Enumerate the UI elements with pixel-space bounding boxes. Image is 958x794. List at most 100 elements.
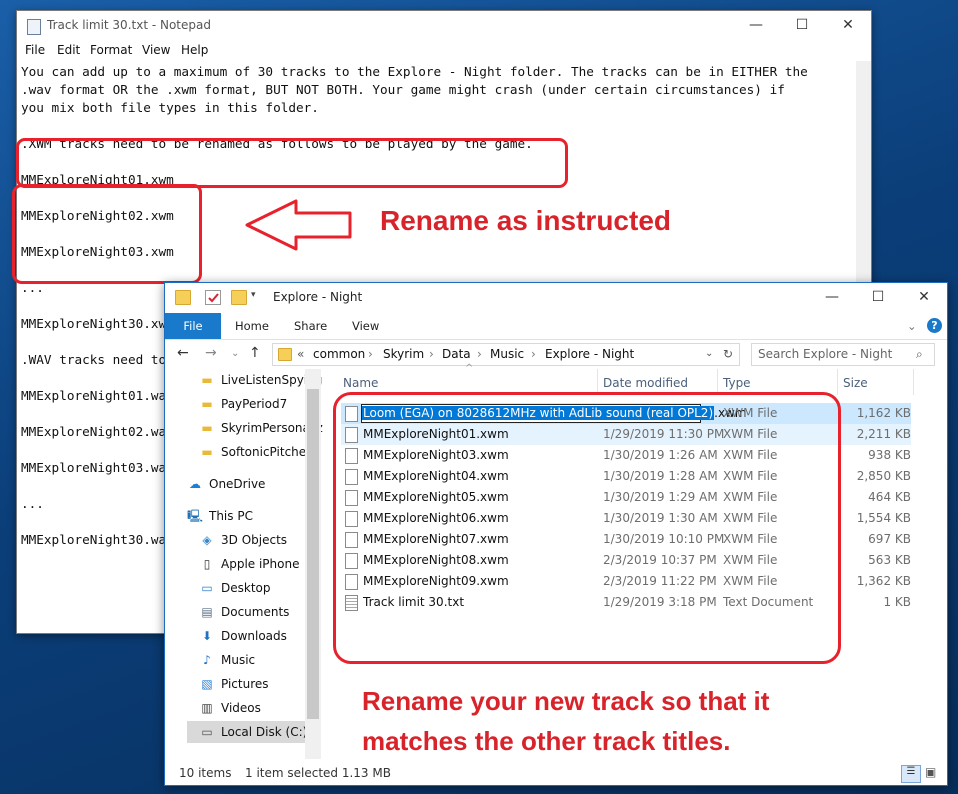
nav-item-3d-objects[interactable]: ◈ 3D Objects <box>199 529 287 551</box>
nav-item-label: PayPeriod7 <box>221 397 288 411</box>
nav-item-videos[interactable]: ▥ Videos <box>199 697 261 719</box>
nav-item-music[interactable]: ♪ Music <box>199 649 255 671</box>
new-folder-icon[interactable] <box>231 290 247 305</box>
nav-item-desktop[interactable]: ▭ Desktop <box>199 577 270 599</box>
search-box[interactable]: Search Explore - Night ⌕ <box>751 343 935 366</box>
notepad-title-bar[interactable]: Track limit 30.txt - Notepad — ☐ ✕ <box>17 11 871 40</box>
item-count: 10 items <box>179 766 232 780</box>
nav-item-label: OneDrive <box>209 477 266 491</box>
tab-share[interactable]: Share <box>294 313 327 339</box>
forward-arrow-icon[interactable]: → <box>205 345 217 361</box>
file-size: 2,850 KB <box>856 469 911 483</box>
folder-icon: ▬ <box>201 373 213 387</box>
breadcrumb-common[interactable]: common <box>313 347 365 361</box>
download-icon: ⬇ <box>201 629 213 643</box>
nav-item-label: Pictures <box>221 677 269 691</box>
cube-icon: ◈ <box>202 533 212 547</box>
nav-item-downloads[interactable]: ⬇ Downloads <box>199 625 287 647</box>
breadcrumb-skyrim[interactable]: Skyrim <box>383 347 424 361</box>
nav-item-local-disk-c-[interactable]: ▭ Local Disk (C:) <box>187 721 309 743</box>
notepad-menu-bar: File Edit Format View Help <box>17 41 871 61</box>
minimize-button[interactable]: — <box>733 11 779 40</box>
recent-chevron-icon[interactable]: ⌄ <box>231 348 239 359</box>
nav-item-label: Videos <box>221 701 261 715</box>
annotation-line-2: matches the other track titles. <box>362 726 731 756</box>
nav-item-onedrive[interactable]: ☁ OneDrive <box>187 473 265 495</box>
nav-item-livelistenspying[interactable]: ▬ LiveListenSpying <box>199 369 322 391</box>
file-size: 464 KB <box>868 490 911 504</box>
back-arrow-icon[interactable]: ← <box>177 345 189 361</box>
nav-item-pictures[interactable]: ▧ Pictures <box>199 673 269 695</box>
search-icon: ⌕ <box>916 347 923 361</box>
nav-scrollbar[interactable] <box>305 369 321 759</box>
folder-icon: ▬ <box>201 397 213 411</box>
nav-item-label: SoftonicPitches <box>221 445 313 459</box>
menu-edit[interactable]: Edit <box>57 43 80 57</box>
menu-view[interactable]: View <box>142 43 170 57</box>
desktop-icon: ▭ <box>201 581 213 595</box>
column-header-type[interactable]: Type <box>723 376 751 390</box>
menu-help[interactable]: Help <box>181 43 208 57</box>
chevron-down-icon[interactable]: ⌄ <box>705 348 713 359</box>
status-bar: 10 items 1 item selected 1.13 MB ☰ ▣ <box>165 761 947 785</box>
close-button[interactable]: ✕ <box>825 11 871 40</box>
ribbon: File Home Share View ⌄ ? <box>165 313 947 340</box>
highlight-frame-names <box>12 184 202 284</box>
up-arrow-icon[interactable]: ↑ <box>249 345 261 361</box>
maximize-button[interactable]: ☐ <box>855 283 901 312</box>
details-view-icon[interactable]: ☰ <box>901 765 921 783</box>
picture-icon: ▧ <box>201 677 213 691</box>
notepad-title: Track limit 30.txt - Notepad <box>47 18 211 32</box>
column-header-size[interactable]: Size <box>843 376 868 390</box>
nav-item-label: Local Disk (C:) <box>221 725 308 739</box>
cloud-icon: ☁ <box>189 477 201 491</box>
nav-item-label: This PC <box>209 509 253 523</box>
breadcrumb-overflow[interactable]: « <box>297 347 304 361</box>
annotation-line-1: Rename your new track so that it <box>362 686 770 716</box>
file-size: 938 KB <box>868 448 911 462</box>
properties-icon[interactable] <box>205 290 221 305</box>
chevron-down-icon[interactable]: ▾ <box>251 290 265 303</box>
nav-item-apple-iphone[interactable]: ▯ Apple iPhone <box>199 553 300 575</box>
nav-scrollbar-thumb[interactable] <box>307 389 319 719</box>
file-size: 1,554 KB <box>856 511 911 525</box>
help-icon[interactable]: ? <box>927 318 942 333</box>
explorer-title: Explore - Night <box>273 290 363 304</box>
nav-item-label: 3D Objects <box>221 533 288 547</box>
nav-item-payperiod7[interactable]: ▬ PayPeriod7 <box>199 393 287 415</box>
menu-file[interactable]: File <box>25 43 45 57</box>
file-size: 697 KB <box>868 532 911 546</box>
tab-view[interactable]: View <box>352 313 379 339</box>
menu-format[interactable]: Format <box>90 43 132 57</box>
breadcrumb-explore-night[interactable]: Explore - Night <box>545 347 634 361</box>
refresh-icon[interactable]: ↻ <box>723 347 733 361</box>
maximize-button[interactable]: ☐ <box>779 11 825 40</box>
column-header-date[interactable]: Date modified <box>603 376 688 390</box>
close-button[interactable]: ✕ <box>901 283 947 312</box>
file-size: 2,211 KB <box>856 427 911 441</box>
tab-home[interactable]: Home <box>235 313 269 339</box>
folder-icon <box>175 290 191 305</box>
notepad-icon <box>27 19 41 35</box>
drive-icon: ▭ <box>201 725 213 739</box>
folder-icon: ▬ <box>201 421 213 435</box>
breadcrumb-data[interactable]: Data <box>442 347 471 361</box>
highlight-frame-rule <box>16 138 568 188</box>
explorer-title-bar[interactable]: ▾ Explore - Night — ☐ ✕ <box>165 283 947 313</box>
phone-icon: ▯ <box>203 557 211 571</box>
breadcrumb-music[interactable]: Music <box>490 347 524 361</box>
nav-item-documents[interactable]: ▤ Documents <box>199 601 289 623</box>
nav-item-label: Music <box>221 653 256 667</box>
nav-item-label: Apple iPhone <box>221 557 300 571</box>
file-size: 1,362 KB <box>856 574 911 588</box>
annotation-rename-track: Rename your new track so that it matches… <box>362 681 769 761</box>
nav-item-this-pc[interactable]: 🖳 This PC <box>187 505 253 527</box>
large-icons-view-icon[interactable]: ▣ <box>925 765 936 779</box>
nav-item-softonicpitches[interactable]: ▬ SoftonicPitches <box>199 441 312 463</box>
search-input[interactable]: Search Explore - Night <box>758 347 892 361</box>
tab-file[interactable]: File <box>165 313 221 339</box>
ribbon-expand-icon[interactable]: ⌄ <box>907 313 917 339</box>
minimize-button[interactable]: — <box>809 283 855 312</box>
address-box[interactable]: « common › Skyrim › Data › Music › Explo… <box>272 343 740 366</box>
column-header-name[interactable]: Name <box>343 376 378 390</box>
